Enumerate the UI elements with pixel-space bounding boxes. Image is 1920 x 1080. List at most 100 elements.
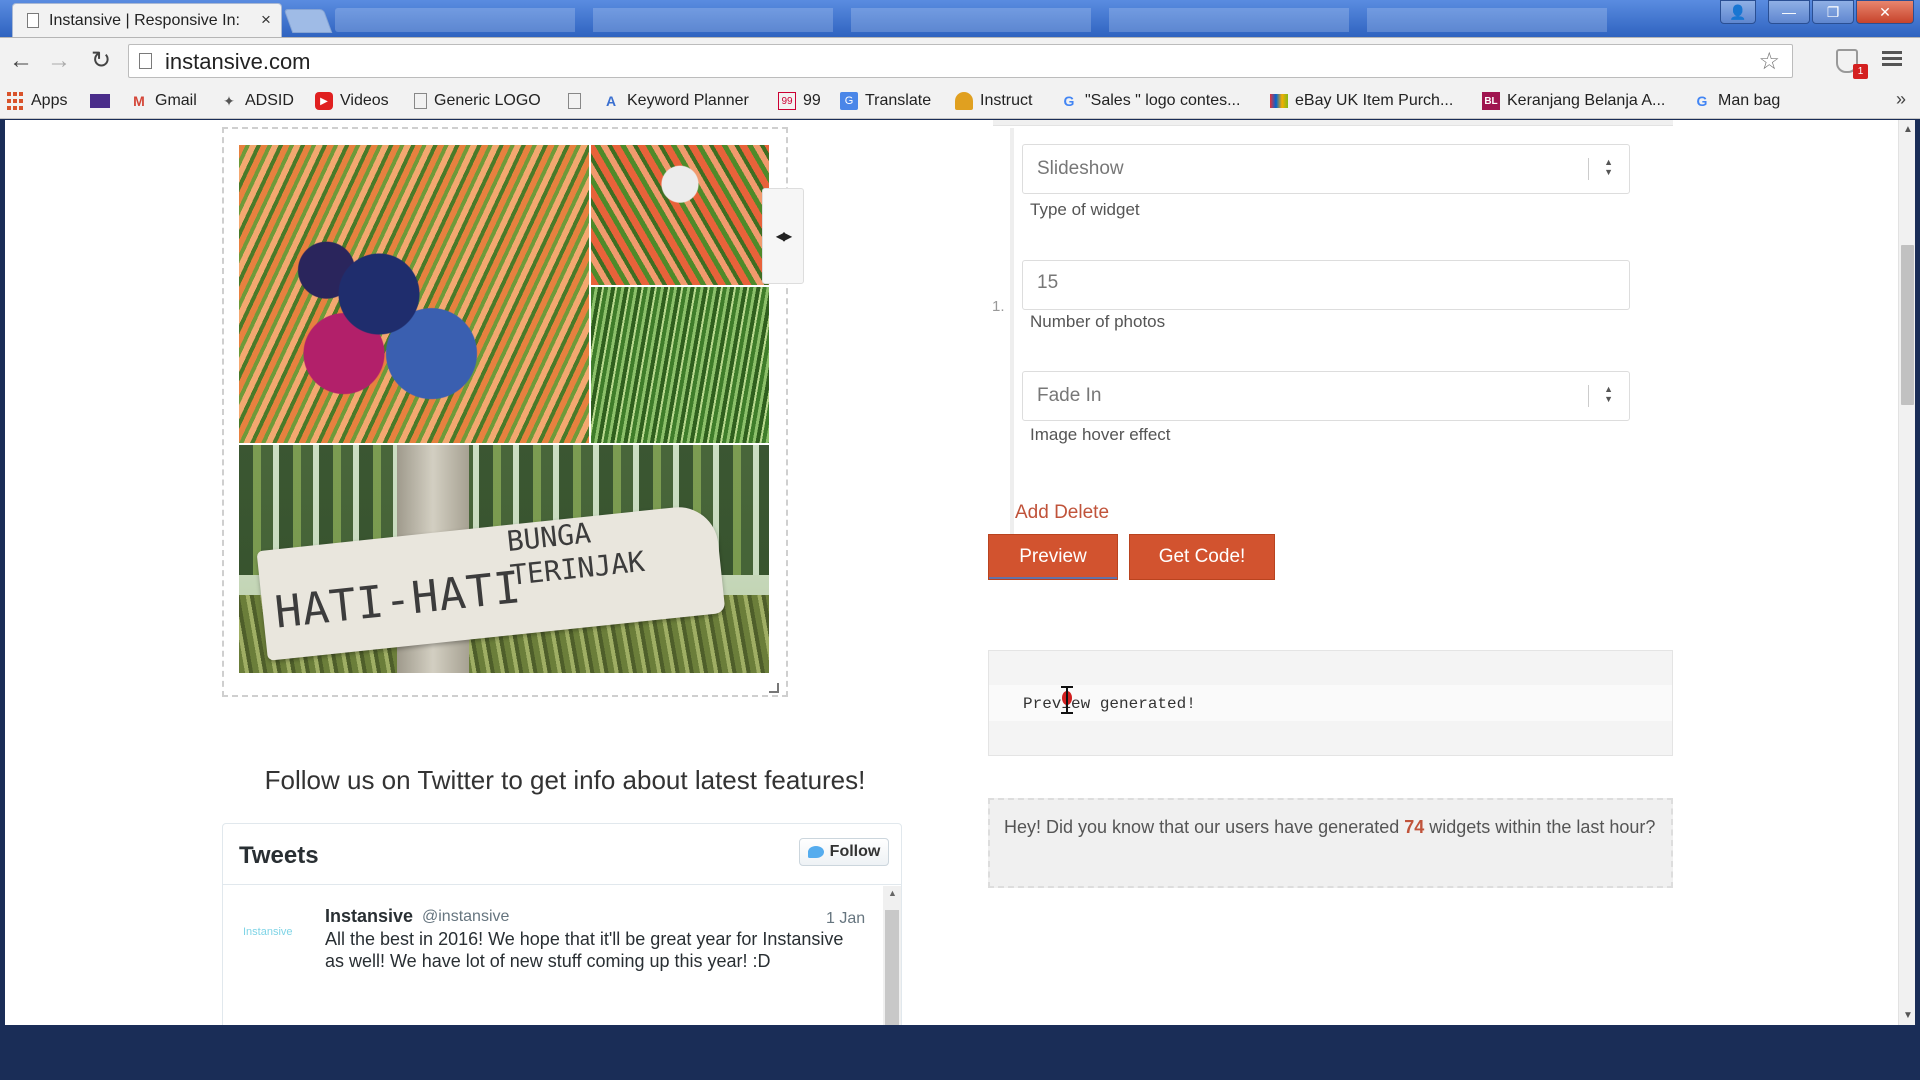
- text-cursor-icon: [1060, 686, 1074, 714]
- bookmark-instruct[interactable]: Instruct: [955, 89, 1032, 113]
- bookmark-gmail[interactable]: M Gmail: [130, 89, 197, 113]
- tweet-author-name[interactable]: Instansive: [325, 906, 413, 927]
- bookmark-translate[interactable]: G Translate: [840, 89, 931, 113]
- bookmark-apps[interactable]: Apps: [6, 89, 67, 113]
- gmail-icon: M: [133, 93, 145, 109]
- adsid-icon: ✦: [223, 92, 235, 109]
- sign-text-hati: HATI-HATI: [272, 562, 524, 639]
- browser-menu-icon[interactable]: [1882, 48, 1902, 70]
- youtube-icon: ▶: [315, 92, 333, 110]
- bookmark-99[interactable]: 99 99: [778, 89, 821, 113]
- collage-photo-3[interactable]: [591, 287, 769, 443]
- hover-effect-label: Image hover effect: [1030, 425, 1171, 444]
- resize-grip-icon[interactable]: [769, 683, 779, 693]
- row-index: 1.: [992, 298, 1005, 315]
- adwords-icon: A: [605, 93, 617, 109]
- page-content: HATI-HATI BUNGA TERINJAK ◀▶ Follow us on…: [5, 120, 1898, 1025]
- background-tabs[interactable]: [335, 8, 1615, 32]
- twitter-follow-button[interactable]: Follow: [799, 838, 889, 866]
- photo-count-label: Number of photos: [1030, 312, 1166, 331]
- bookmark-adsid[interactable]: ✦ ADSID: [220, 89, 294, 113]
- collage-photo-4[interactable]: HATI-HATI BUNGA TERINJAK: [239, 445, 769, 673]
- translate-icon: G: [840, 92, 858, 110]
- mail-icon: [90, 94, 110, 108]
- bookmark-man-bag[interactable]: G Man bag: [1693, 89, 1781, 113]
- bookmark-ebay[interactable]: eBay UK Item Purch...: [1270, 89, 1453, 113]
- back-button[interactable]: ←: [6, 46, 36, 76]
- collage-photo-1[interactable]: [239, 145, 589, 443]
- select-divider: [1588, 158, 1589, 180]
- google-icon: G: [1063, 93, 1075, 109]
- page-favicon-icon: [27, 13, 39, 28]
- code-output-box[interactable]: Preview generated!: [988, 650, 1673, 756]
- address-bar[interactable]: instansive.com ☆: [128, 44, 1793, 78]
- stats-count: 74: [1404, 817, 1425, 837]
- tab-title: Instansive | Responsive In:: [49, 12, 240, 29]
- extension-badge: 1: [1853, 64, 1868, 79]
- photo-collage: HATI-HATI BUNGA TERINJAK: [239, 145, 769, 673]
- collage-photo-2[interactable]: [591, 145, 769, 285]
- 99-icon: 99: [778, 92, 796, 110]
- preview-resize-handle[interactable]: ◀▶: [762, 188, 804, 284]
- bookmarks-overflow-icon[interactable]: »: [1896, 89, 1906, 110]
- page-scroll-thumb[interactable]: [1901, 245, 1914, 405]
- get-code-button[interactable]: Get Code!: [1129, 534, 1275, 580]
- tab-instansive[interactable]: Instansive | Responsive In: ×: [12, 3, 282, 37]
- minimize-button[interactable]: —: [1768, 0, 1810, 24]
- tab-close-icon[interactable]: ×: [261, 10, 271, 30]
- bookmark-videos[interactable]: ▶ Videos: [315, 89, 389, 113]
- scroll-up-arrow-icon[interactable]: ▲: [1903, 124, 1913, 135]
- browser-toolbar: ← → ↻ instansive.com ☆ 1: [0, 37, 1920, 83]
- tweets-scrollbar[interactable]: ▲: [883, 886, 901, 1025]
- tweet-date[interactable]: 1 Jan: [826, 910, 865, 928]
- forward-button[interactable]: →: [44, 46, 74, 76]
- bookmark-star-icon[interactable]: ☆: [1758, 47, 1780, 76]
- url-text[interactable]: instansive.com: [165, 49, 311, 75]
- select-divider: [1588, 385, 1589, 407]
- widget-type-select[interactable]: Slideshow ▲ ▼: [1022, 144, 1630, 194]
- bl-icon: BL: [1482, 92, 1500, 110]
- form-row-bar: [1010, 128, 1014, 536]
- bookmark-sales-logo[interactable]: G "Sales " logo contes...: [1060, 89, 1241, 113]
- form-header-strip: [993, 120, 1673, 126]
- reload-button[interactable]: ↻: [86, 46, 116, 76]
- window-controls: 👤 — ❐ ✕: [1720, 0, 1914, 26]
- browser-titlebar: Instansive | Responsive In: × 👤 — ❐ ✕: [0, 0, 1920, 37]
- tweets-scroll-thumb[interactable]: [885, 910, 899, 1025]
- twitter-heading: Follow us on Twitter to get info about l…: [264, 765, 866, 795]
- photo-count-input[interactable]: 15: [1022, 260, 1630, 310]
- hover-effect-select[interactable]: Fade In ▲ ▼: [1022, 371, 1630, 421]
- tweet-avatar[interactable]: Instansive: [243, 926, 293, 938]
- apps-grid-icon: [6, 92, 24, 110]
- tweets-divider: [223, 884, 901, 885]
- widget-preview-frame: HATI-HATI BUNGA TERINJAK: [222, 127, 788, 697]
- maximize-button[interactable]: ❐: [1812, 0, 1854, 24]
- scroll-up-arrow-icon[interactable]: ▲: [888, 888, 897, 898]
- bookmarks-bar: Apps M Gmail ✦ ADSID ▶ Videos Generic LO…: [0, 83, 1920, 119]
- sign-text-bunga: BUNGA TERINJAK: [505, 516, 647, 592]
- output-text[interactable]: Preview generated!: [1023, 695, 1196, 713]
- user-profile-icon[interactable]: 👤: [1720, 0, 1756, 24]
- page-icon: [414, 93, 427, 109]
- bookmark-blank[interactable]: [568, 89, 588, 113]
- twitter-timeline-widget: Tweets Follow Instansive Instansive @ins…: [222, 823, 902, 1025]
- tweet-author-handle[interactable]: @instansive: [422, 908, 509, 926]
- select-arrows-icon: ▲ ▼: [1604, 157, 1613, 177]
- bookmark-generic-logo[interactable]: Generic LOGO: [414, 89, 541, 113]
- page-scrollbar[interactable]: ▲ ▼: [1898, 120, 1915, 1025]
- screen: Instansive | Responsive In: × 👤 — ❐ ✕ ← …: [0, 0, 1920, 1080]
- stats-notice: Hey! Did you know that our users have ge…: [988, 798, 1673, 888]
- twitter-bird-icon: [807, 846, 824, 858]
- page-icon: [139, 53, 152, 69]
- bookmark-mail[interactable]: [90, 89, 117, 113]
- close-window-button[interactable]: ✕: [1856, 0, 1914, 24]
- bookmark-keranjang[interactable]: BL Keranjang Belanja A...: [1482, 89, 1665, 113]
- new-tab-button[interactable]: [283, 9, 333, 33]
- google-icon: G: [1696, 93, 1708, 109]
- bookmark-keyword-planner[interactable]: A Keyword Planner: [602, 89, 749, 113]
- add-delete-links[interactable]: Add Delete: [1015, 502, 1109, 524]
- ebay-icon: [1270, 94, 1288, 108]
- instruct-icon: [955, 92, 973, 110]
- preview-button[interactable]: Preview: [988, 534, 1118, 580]
- scroll-down-arrow-icon[interactable]: ▼: [1903, 1010, 1913, 1021]
